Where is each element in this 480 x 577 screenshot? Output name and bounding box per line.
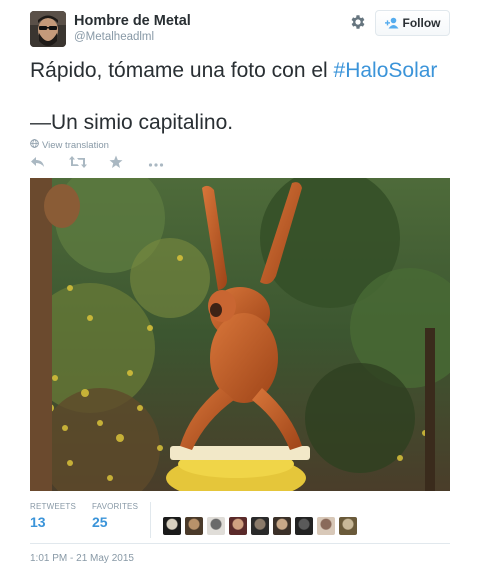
follow-button[interactable]: Follow [375,10,450,36]
favoriter-avatar[interactable] [163,517,181,535]
divider [30,543,450,544]
retweet-icon[interactable] [69,155,87,174]
more-icon[interactable] [148,157,164,175]
stats-divider [150,502,151,538]
gear-icon[interactable] [349,13,367,31]
follow-button-label: Follow [402,16,441,30]
favorite-star-icon[interactable] [109,155,123,174]
favoriter-avatar[interactable] [339,517,357,535]
favoriter-avatar[interactable] [273,517,291,535]
favorites-count: 25 [92,514,108,530]
retweets-label: RETWEETS [30,502,77,511]
tweet-card: Hombre de Metal @Metalheadlml Follow Ráp… [0,0,480,577]
tweet-photo[interactable] [30,178,450,491]
retweets-stat[interactable]: RETWEETS 13 [30,502,76,530]
favoriter-avatar[interactable] [185,517,203,535]
favorites-stat[interactable]: FAVORITES 25 [92,502,138,530]
tweet-timestamp[interactable]: 1:01 PM - 21 May 2015 [30,553,134,564]
user-full-name[interactable]: Hombre de Metal [74,13,191,29]
favoriter-avatar[interactable] [207,517,225,535]
user-username[interactable]: @Metalheadlml [74,31,154,43]
reply-icon[interactable] [30,155,46,174]
favoriter-avatar[interactable] [229,517,247,535]
favoriter-avatar[interactable] [317,517,335,535]
add-user-icon [384,17,399,29]
favorites-label: FAVORITES [92,502,139,511]
retweets-count: 13 [30,514,46,530]
favoriter-avatar[interactable] [251,517,269,535]
tweet-text: Rápido, tómame una foto con el #HaloSola… [30,58,450,136]
favoriter-avatar[interactable] [295,517,313,535]
hashtag-link[interactable]: #HaloSolar [334,59,438,82]
globe-icon [30,139,39,151]
favoriter-avatars [163,517,357,535]
tweet-stats: RETWEETS 13 FAVORITES 25 [30,502,450,542]
user-avatar[interactable] [30,11,66,47]
view-translation-link[interactable]: View translation [30,139,109,151]
tweet-text-body: Rápido, tómame una foto con el [30,59,334,82]
view-translation-label: View translation [42,139,109,151]
tweet-text-signature: —Un simio capitalino. [30,111,234,134]
